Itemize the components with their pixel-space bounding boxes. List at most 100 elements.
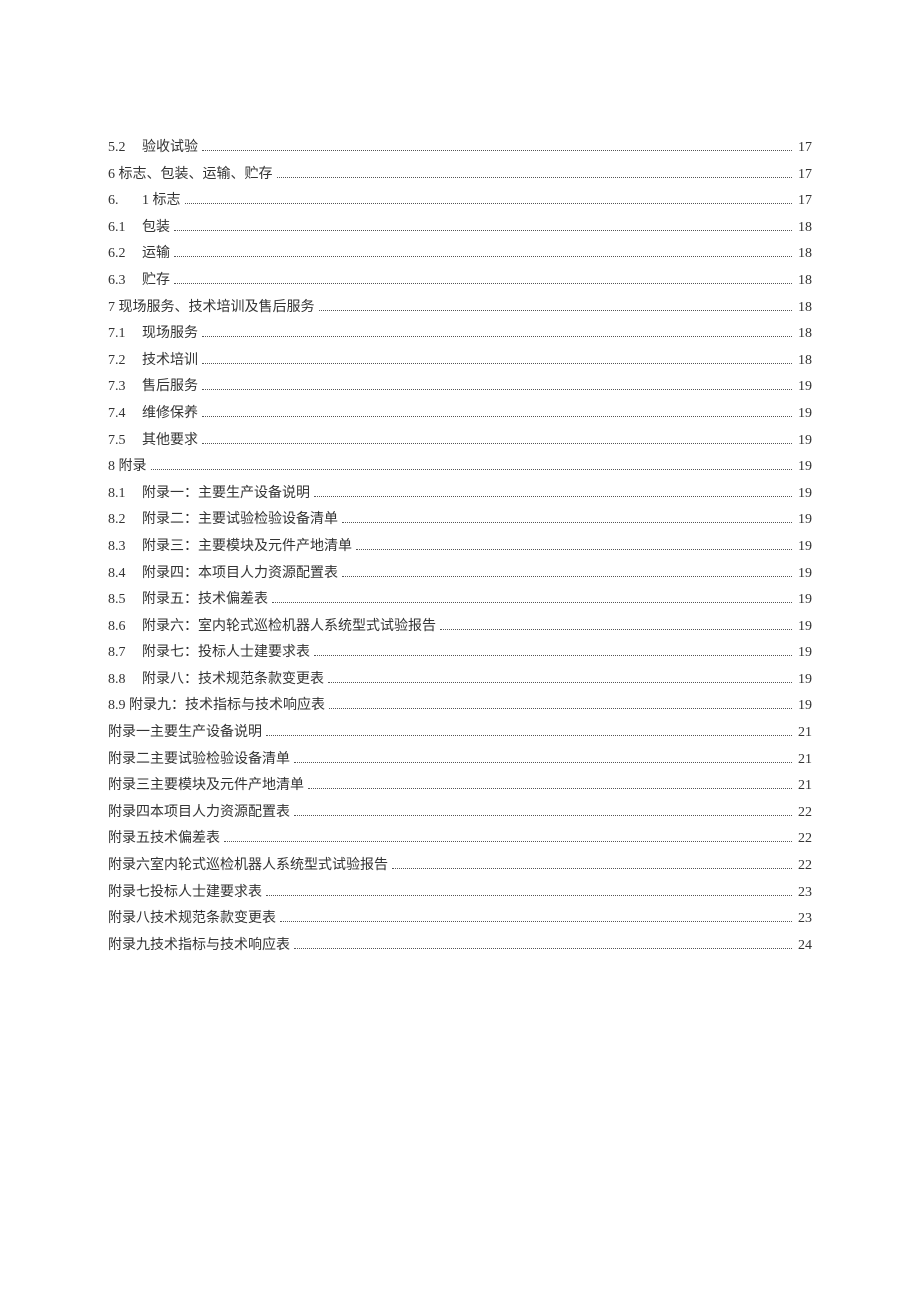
toc-leader-dots — [319, 301, 793, 310]
toc-entry-number: 6.1 — [108, 215, 142, 242]
toc-leader-dots — [202, 328, 792, 337]
toc-entry-title: 附录四：本项目人力资源配置表 — [142, 561, 338, 588]
toc-leader-dots — [308, 780, 792, 789]
toc-leader-dots — [314, 647, 792, 656]
toc-entry: 附录九技术指标与技术响应表 24 — [108, 933, 812, 960]
toc-leader-dots — [392, 860, 792, 869]
toc-entry-title: 附录八：技术规范条款变更表 — [142, 667, 324, 694]
toc-entry-title: 技术培训 — [142, 348, 198, 375]
toc-entry-number: 8.3 — [108, 534, 142, 561]
toc-entry-title: 维修保养 — [142, 401, 198, 428]
toc-entry-number: 8.6 — [108, 614, 142, 641]
toc-leader-dots — [342, 567, 792, 576]
toc-entry: 7.3售后服务 19 — [108, 374, 812, 401]
toc-entry-title: 附录二：主要试验检验设备清单 — [142, 507, 338, 534]
toc-entry-page: 19 — [794, 561, 812, 588]
toc-leader-dots — [174, 275, 792, 284]
toc-entry-number: 6. — [108, 188, 142, 215]
toc-entry-title: 6 标志、包装、运输、贮存 — [108, 162, 273, 189]
toc-entry-title: 贮存 — [142, 268, 170, 295]
toc-entry-number: 8.8 — [108, 667, 142, 694]
toc-entry-number: 7.1 — [108, 321, 142, 348]
toc-entry-number: 6.3 — [108, 268, 142, 295]
toc-entry-page: 22 — [794, 826, 812, 853]
toc-leader-dots — [202, 354, 792, 363]
toc-entry-page: 18 — [794, 268, 812, 295]
toc-entry: 7.1现场服务 18 — [108, 321, 812, 348]
toc-entry-page: 23 — [794, 880, 812, 907]
toc-entry-page: 18 — [794, 321, 812, 348]
toc-leader-dots — [151, 461, 793, 470]
toc-entry-title: 附录二主要试验检验设备清单 — [108, 747, 290, 774]
toc-entry-page: 17 — [794, 188, 812, 215]
toc-leader-dots — [202, 408, 792, 417]
toc-entry: 7.4维修保养 19 — [108, 401, 812, 428]
toc-leader-dots — [294, 753, 792, 762]
toc-entry: 8 附录 19 — [108, 454, 812, 481]
toc-entry-page: 18 — [794, 348, 812, 375]
toc-entry-page: 19 — [794, 614, 812, 641]
toc-entry-title: 附录九技术指标与技术响应表 — [108, 933, 290, 960]
toc-entry-title: 附录七：投标人士建要求表 — [142, 640, 310, 667]
toc-entry-title: 附录四本项目人力资源配置表 — [108, 800, 290, 827]
toc-entry-number: 8.1 — [108, 481, 142, 508]
toc-entry: 6.1包装 18 — [108, 215, 812, 242]
toc-entry-title: 附录一：主要生产设备说明 — [142, 481, 310, 508]
toc-entry-page: 22 — [794, 853, 812, 880]
toc-entry-page: 19 — [794, 667, 812, 694]
toc-leader-dots — [174, 221, 792, 230]
toc-entry: 8.1附录一：主要生产设备说明 19 — [108, 481, 812, 508]
toc-leader-dots — [266, 886, 792, 895]
toc-entry-title: 售后服务 — [142, 374, 198, 401]
toc-entry-title: 附录五：技术偏差表 — [142, 587, 268, 614]
toc-entry-page: 19 — [794, 534, 812, 561]
toc-entry-number: 7.4 — [108, 401, 142, 428]
toc-entry: 附录八技术规范条款变更表 23 — [108, 906, 812, 933]
toc-leader-dots — [202, 142, 792, 151]
toc-leader-dots — [329, 700, 792, 709]
toc-entry-page: 18 — [794, 241, 812, 268]
toc-entry-number: 7.5 — [108, 428, 142, 455]
toc-entry-page: 19 — [794, 693, 812, 720]
toc-entry-page: 22 — [794, 800, 812, 827]
toc-leader-dots — [174, 248, 792, 257]
toc-entry: 附录六室内轮式巡检机器人系统型式试验报告 22 — [108, 853, 812, 880]
toc-entry-title: 1 标志 — [142, 188, 181, 215]
toc-entry: 8.2附录二：主要试验检验设备清单 19 — [108, 507, 812, 534]
toc-entry-page: 19 — [794, 481, 812, 508]
toc-leader-dots — [277, 168, 793, 177]
toc-entry-page: 19 — [794, 374, 812, 401]
toc-leader-dots — [266, 727, 792, 736]
toc-entry-page: 21 — [794, 747, 812, 774]
toc-entry: 6 标志、包装、运输、贮存 17 — [108, 162, 812, 189]
toc-entry: 附录四本项目人力资源配置表 22 — [108, 800, 812, 827]
toc-entry-page: 19 — [794, 401, 812, 428]
toc-entry-page: 19 — [794, 454, 812, 481]
toc-entry-title: 其他要求 — [142, 428, 198, 455]
toc-leader-dots — [202, 381, 792, 390]
toc-entry: 8.7附录七：投标人士建要求表 19 — [108, 640, 812, 667]
toc-entry: 附录七投标人士建要求表 23 — [108, 880, 812, 907]
toc-entry-number: 8.7 — [108, 640, 142, 667]
toc-leader-dots — [185, 195, 793, 204]
toc-entry-number: 6.2 — [108, 241, 142, 268]
toc-entry-number: 5.2 — [108, 135, 142, 162]
toc-entry-title: 附录七投标人士建要求表 — [108, 880, 262, 907]
toc-leader-dots — [342, 514, 792, 523]
toc-entry-page: 19 — [794, 587, 812, 614]
table-of-contents: 5.2验收试验 176 标志、包装、运输、贮存 176.1 标志 176.1包装… — [108, 135, 812, 959]
toc-entry-page: 21 — [794, 720, 812, 747]
toc-leader-dots — [294, 939, 792, 948]
toc-entry: 6.3贮存 18 — [108, 268, 812, 295]
toc-entry-page: 19 — [794, 428, 812, 455]
toc-entry: 附录二主要试验检验设备清单 21 — [108, 747, 812, 774]
toc-entry: 8.5附录五：技术偏差表 19 — [108, 587, 812, 614]
toc-entry: 8.4附录四：本项目人力资源配置表 19 — [108, 561, 812, 588]
toc-entry-page: 18 — [794, 215, 812, 242]
toc-page: 5.2验收试验 176 标志、包装、运输、贮存 176.1 标志 176.1包装… — [0, 0, 920, 959]
toc-entry-title: 附录五技术偏差表 — [108, 826, 220, 853]
toc-entry-page: 17 — [794, 135, 812, 162]
toc-entry-number: 8.4 — [108, 561, 142, 588]
toc-entry-page: 24 — [794, 933, 812, 960]
toc-leader-dots — [224, 833, 792, 842]
